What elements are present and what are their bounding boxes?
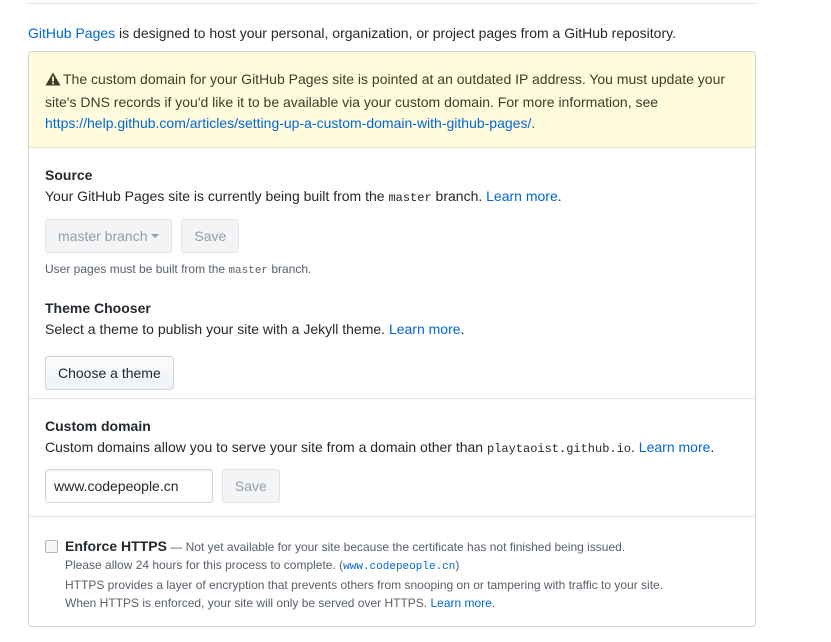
default-domain-code: playtaoist.github.io	[486, 442, 632, 456]
source-description: Your GitHub Pages site is currently bein…	[45, 186, 739, 208]
intro-description: is designed to host your personal, organ…	[115, 25, 676, 41]
https-domain-code: www.codepeople.cn	[343, 561, 456, 573]
source-controls: master branch Save	[45, 219, 739, 253]
enforce-https-checkbox[interactable]	[45, 540, 58, 553]
enforce-https-row: Enforce HTTPS — Not yet available for yo…	[65, 536, 663, 556]
source-note-code: master	[228, 265, 269, 277]
source-text-before: Your GitHub Pages site is currently bein…	[45, 188, 389, 204]
custom-domain-learn-more-link[interactable]: Learn more	[639, 439, 711, 455]
source-text-after: branch.	[431, 188, 487, 204]
custom-domain-input[interactable]	[45, 469, 213, 503]
source-heading: Source	[45, 167, 93, 183]
theme-text: Select a theme to publish your site with…	[45, 321, 389, 337]
branch-select-label: master branch	[58, 228, 148, 244]
enforce-https-label: Enforce HTTPS	[65, 538, 167, 554]
warning-message: The custom domain for your GitHub Pages …	[45, 71, 726, 110]
custom-domain-text-after: .	[631, 439, 639, 455]
custom-domain-save-button[interactable]: Save	[221, 469, 280, 503]
custom-domain-description: Custom domains allow you to serve your s…	[45, 437, 739, 459]
choose-theme-button[interactable]: Choose a theme	[45, 356, 174, 390]
https-wait-before: Please allow 24 hours for this process t…	[65, 558, 344, 572]
outdated-ip-warning: The custom domain for your GitHub Pages …	[29, 52, 755, 148]
source-branch-code: master	[388, 191, 432, 205]
github-pages-settings-box: The custom domain for your GitHub Pages …	[28, 51, 756, 627]
chevron-down-icon	[151, 234, 160, 238]
https-learn-more-link[interactable]: Learn more	[430, 596, 491, 610]
source-note: User pages must be built from the master…	[45, 260, 739, 280]
intro-text: GitHub Pages is designed to host your pe…	[28, 23, 676, 43]
theme-learn-more-link[interactable]: Learn more	[389, 321, 461, 337]
branch-select-button[interactable]: master branch	[45, 219, 173, 253]
source-note-after: branch.	[268, 262, 312, 276]
warning-icon	[45, 71, 61, 92]
top-divider	[28, 3, 758, 4]
source-section: Source Your GitHub Pages site is current…	[29, 148, 755, 399]
theme-description: Select a theme to publish your site with…	[45, 319, 739, 339]
source-period: .	[557, 188, 562, 204]
https-status-text: — Not yet available for your site becaus…	[166, 540, 626, 554]
https-wait-note: Please allow 24 hours for this process t…	[65, 556, 663, 576]
custom-domain-section: Custom domain Custom domains allow you t…	[29, 399, 755, 517]
custom-domain-controls: Save	[45, 469, 739, 503]
source-save-button[interactable]: Save	[181, 219, 240, 253]
custom-domain-heading: Custom domain	[45, 418, 151, 434]
https-description: HTTPS provides a layer of encryption tha…	[65, 578, 664, 592]
custom-domain-text-before: Custom domains allow you to serve your s…	[45, 439, 487, 455]
theme-period: .	[460, 321, 465, 337]
source-learn-more-link[interactable]: Learn more	[486, 188, 558, 204]
https-enforced-note: When HTTPS is enforced, your site will o…	[65, 594, 663, 612]
https-wait-after: )	[455, 558, 460, 572]
https-enforced-text: When HTTPS is enforced, your site will o…	[65, 596, 431, 610]
source-note-before: User pages must be built from the	[45, 262, 229, 276]
https-period: .	[491, 596, 496, 610]
warning-suffix: .	[531, 115, 536, 131]
enforce-https-section: Enforce HTTPS — Not yet available for yo…	[29, 517, 755, 626]
theme-heading: Theme Chooser	[45, 300, 151, 316]
custom-domain-help-link[interactable]: https://help.github.com/articles/setting…	[45, 115, 531, 131]
github-pages-link[interactable]: GitHub Pages	[28, 25, 115, 41]
custom-domain-period: .	[710, 439, 715, 455]
